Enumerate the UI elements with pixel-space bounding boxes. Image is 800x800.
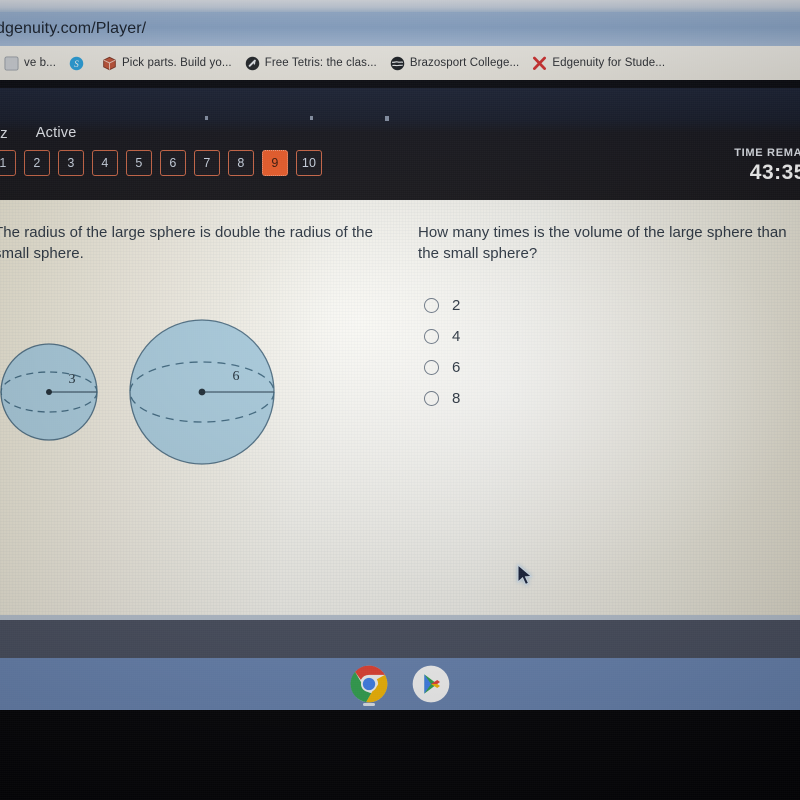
svg-text:S: S (74, 58, 79, 68)
chrome-icon (350, 665, 388, 703)
question-button-9[interactable]: 9 (262, 150, 288, 176)
answer-label-6: 6 (452, 358, 461, 376)
radio-button-8[interactable] (424, 390, 439, 406)
bookmark-item-4[interactable]: Brazosport College... (386, 54, 524, 73)
screen-bezel-bottom (0, 710, 800, 800)
answer-label-8: 8 (452, 389, 461, 407)
question-button-2[interactable]: 2 (24, 150, 50, 176)
answer-choice-6[interactable]: 6 (418, 359, 800, 376)
question-button-6[interactable]: 6 (160, 150, 186, 176)
question-navigation: 1 2 3 4 5 6 7 8 9 10 (0, 150, 322, 176)
question-stem: The radius of the large sphere is double… (0, 224, 373, 263)
bookmark-item-3[interactable]: Free Tetris: the clas... (241, 54, 381, 73)
browser-chrome: dgenuity.com/Player/ ve b... S Pick part… (0, 0, 800, 88)
small-sphere-radius-label: 3 (69, 372, 76, 387)
play-store-icon (412, 665, 450, 703)
bookmark-item-5[interactable]: Edgenuity for Stude... (528, 54, 669, 73)
answer-choice-4[interactable]: 4 (418, 328, 800, 345)
pcpartpicker-box-icon (103, 56, 116, 70)
question-text: How many times is the volume of the larg… (418, 224, 787, 263)
chrome-active-indicator (363, 703, 375, 706)
bookmark-label-3: Free Tetris: the clas... (264, 57, 377, 69)
answer-choices: 2 4 6 8 (418, 297, 800, 407)
large-sphere-radius-label: 6 (233, 369, 240, 384)
question-left-column: The radius of the large sphere is double… (0, 222, 390, 465)
answer-label-2: 2 (452, 296, 461, 314)
bookmark-label-5: Edgenuity for Stude... (552, 57, 666, 69)
radio-button-2[interactable] (424, 297, 439, 313)
generic-bookmark-icon (4, 55, 19, 71)
question-button-1[interactable]: 1 (0, 150, 16, 176)
globe-icon (390, 56, 405, 70)
question-button-10[interactable]: 10 (296, 150, 322, 176)
answer-choice-8[interactable]: 8 (418, 390, 800, 407)
bookmarks-bar: ve b... S Pick parts. Build yo... Free T… (0, 46, 800, 80)
chromeos-shelf (0, 658, 800, 710)
time-remaining: TIME REMAI 43:35 (734, 147, 800, 184)
screen-photo: dgenuity.com/Player/ ve b... S Pick part… (0, 0, 800, 800)
shelf-app-play-store[interactable] (411, 664, 451, 704)
time-remaining-label: TIME REMAI (734, 147, 800, 159)
bookmark-item-0[interactable]: ve b... (0, 54, 60, 73)
red-x-icon (533, 56, 547, 70)
bookmark-label-4: Brazosport College... (409, 57, 520, 69)
bookmark-item-1[interactable]: S (65, 54, 93, 73)
radio-button-4[interactable] (424, 328, 439, 344)
window-bottom-band (0, 620, 800, 658)
question-content-area: The radius of the large sphere is double… (0, 200, 800, 615)
chrome-bottom-edge (0, 80, 800, 88)
bookmark-label-0: ve b... (24, 57, 57, 69)
quiz-header: uiz Active 1 2 3 4 5 6 7 8 9 10 TIME REM… (0, 88, 800, 200)
radio-button-6[interactable] (424, 359, 439, 375)
answer-choice-2[interactable]: 2 (418, 297, 800, 314)
two-spheres-diagram: 3 6 (0, 319, 275, 465)
question-right-column: How many times is the volume of the larg… (418, 222, 800, 407)
bookmark-item-2[interactable]: Pick parts. Build yo... (98, 54, 236, 73)
quiz-title: uiz (0, 124, 8, 142)
large-sphere: 6 (129, 319, 275, 465)
question-button-3[interactable]: 3 (58, 150, 84, 176)
quiz-titlebar: uiz Active (0, 122, 76, 144)
header-decorative-dots (0, 116, 800, 122)
time-remaining-value: 43:35 (749, 160, 800, 184)
sphere-figure: 3 6 (0, 300, 304, 480)
mouse-cursor (517, 563, 533, 586)
address-bar[interactable]: dgenuity.com/Player/ (0, 12, 800, 46)
question-button-4[interactable]: 4 (92, 150, 118, 176)
quiz-status-label: Active (35, 125, 77, 141)
tetris-icon (245, 56, 259, 70)
question-button-5[interactable]: 5 (126, 150, 152, 176)
question-button-8[interactable]: 8 (228, 150, 254, 176)
answer-label-4: 4 (452, 327, 461, 345)
bookmark-label-2: Pick parts. Build yo... (122, 57, 232, 69)
tab-strip-edge (0, 0, 800, 12)
shelf-app-chrome[interactable] (349, 664, 389, 706)
skype-icon: S (69, 56, 84, 70)
question-button-7[interactable]: 7 (194, 150, 220, 176)
url-text: dgenuity.com/Player/ (0, 20, 147, 37)
small-sphere: 3 (0, 343, 98, 441)
